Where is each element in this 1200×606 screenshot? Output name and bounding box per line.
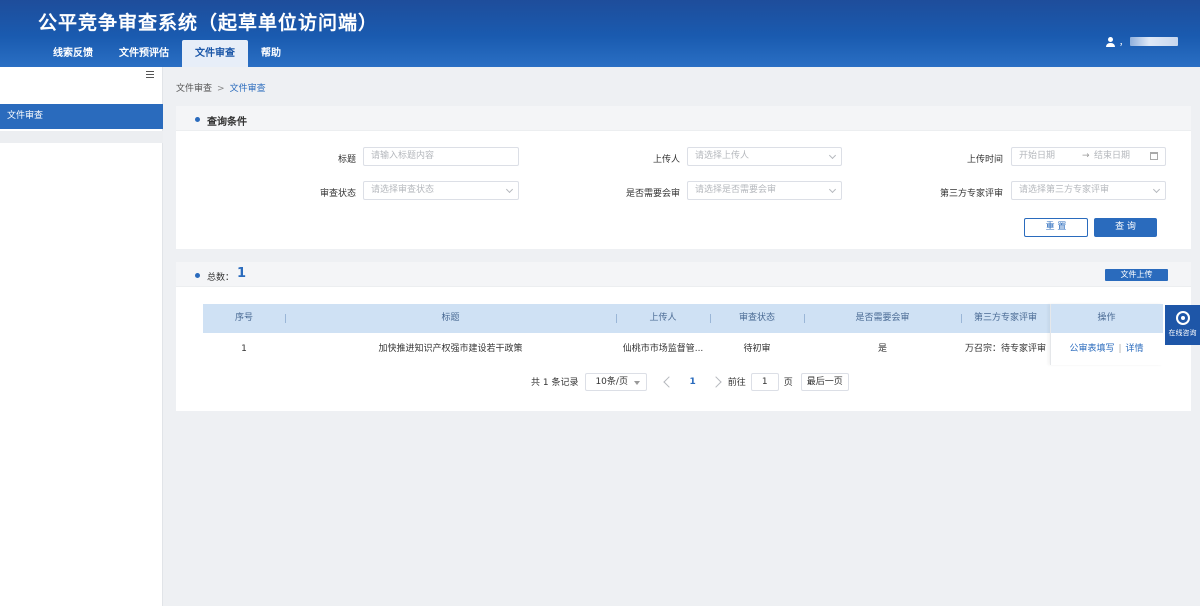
column-header-status: 审查状态 <box>738 313 775 323</box>
review-status-placeholder: 请选择审查状态 <box>371 185 435 195</box>
chevron-down-icon <box>828 185 837 194</box>
reset-button[interactable]: 重 置 <box>1024 218 1088 237</box>
cell-index: 1 <box>241 344 247 354</box>
tab-clue-feedback[interactable]: 线索反馈 <box>40 40 106 67</box>
joint-review-placeholder: 请选择是否需要会审 <box>695 185 777 195</box>
tab-help[interactable]: 帮助 <box>248 40 294 67</box>
top-header: 公平竞争审查系统（起草单位访问端） 线索反馈 文件预评估 文件审查 帮助 ， <box>0 0 1200 67</box>
column-header-index: 序号 <box>234 313 253 323</box>
sidebar-divider <box>0 131 163 143</box>
main-nav: 线索反馈 文件预评估 文件审查 帮助 <box>40 40 294 67</box>
online-consult-label: 在线咨询 <box>1168 329 1197 337</box>
prev-page-icon[interactable] <box>663 375 676 388</box>
chevron-down-icon <box>1152 185 1161 194</box>
page-size-select[interactable]: 10条/页 <box>585 372 648 391</box>
user-prefix: ， <box>1118 38 1128 48</box>
query-panel-title: 查询条件 <box>207 117 247 128</box>
uploader-placeholder: 请选择上传人 <box>695 151 750 161</box>
cell-uploader: 仙桃市市场监督管... <box>622 344 704 354</box>
query-panel: 查询条件 标题 请输入标题内容 上传人 请选择上传人 上传时间 开始日期 → 结… <box>176 106 1191 249</box>
chevron-down-icon <box>828 151 837 160</box>
end-date-placeholder: 结束日期 <box>1094 151 1131 161</box>
column-header-expert-review: 第三方专家评审 <box>973 313 1037 323</box>
cell-expert-review: 万召宗：待专家评审 <box>964 344 1046 354</box>
pagination: 共 1 条记录 10条/页 1 前往 1 页 最后一页 <box>531 372 849 391</box>
table-row: 1 加快推进知识产权强市建设若干政策 仙桃市市场监督管... 待初审 是 万召宗… <box>203 333 1163 365</box>
pagination-summary: 共 1 条记录 <box>531 378 579 388</box>
total-count: 1 <box>237 266 247 281</box>
cell-title: 加快推进知识产权强市建设若干政策 <box>378 344 523 354</box>
goto-prefix: 前往 <box>727 378 746 388</box>
results-panel: 总数： 1 文件上传 序号 标题 上传人 审查状态 是否需要会审 第三方专家评审… <box>176 262 1191 411</box>
next-page-icon[interactable] <box>710 375 722 388</box>
upload-time-label: 上传时间 <box>966 155 1003 165</box>
bullet-dot-icon <box>195 117 200 122</box>
review-status-select[interactable]: 请选择审查状态 <box>363 181 519 200</box>
chevron-down-icon <box>505 185 514 194</box>
user-name-redacted <box>1130 37 1178 46</box>
calendar-icon <box>1150 152 1158 160</box>
joint-review-label: 是否需要会审 <box>625 189 680 199</box>
page-size-value: 10条/页 <box>595 376 628 387</box>
file-upload-button[interactable]: 文件上传 <box>1105 269 1168 281</box>
title-input[interactable]: 请输入标题内容 <box>363 147 519 166</box>
user-menu[interactable]: ， <box>1105 35 1178 48</box>
menu-toggle-icon[interactable] <box>146 71 156 80</box>
caret-down-icon <box>634 380 641 385</box>
start-date-placeholder: 开始日期 <box>1019 151 1056 161</box>
tab-file-pre-evaluation[interactable]: 文件预评估 <box>106 40 182 67</box>
title-label: 标题 <box>337 155 356 165</box>
last-page-button[interactable]: 最后一页 <box>800 372 849 391</box>
bullet-dot-icon <box>195 273 200 278</box>
expert-review-placeholder: 请选择第三方专家评审 <box>1019 185 1110 195</box>
sidebar-item-file-review[interactable]: 文件审查 <box>0 104 163 129</box>
date-range-arrow: → <box>1082 151 1090 161</box>
user-icon <box>1105 36 1115 47</box>
headset-icon <box>1175 311 1190 325</box>
page-number-current[interactable]: 1 <box>689 377 695 387</box>
breadcrumb-separator: > <box>217 84 225 94</box>
table-header: 序号 标题 上传人 审查状态 是否需要会审 第三方专家评审 操作 <box>203 304 1163 333</box>
sidebar: 文件审查 <box>0 67 163 606</box>
cell-joint-review: 是 <box>877 344 887 354</box>
cell-status: 待初审 <box>743 344 771 354</box>
search-button[interactable]: 查 询 <box>1094 218 1157 237</box>
total-label: 总数： <box>207 273 235 283</box>
breadcrumb: 文件审查 > 文件审查 <box>176 81 266 94</box>
expert-review-label: 第三方专家评审 <box>939 189 1003 199</box>
review-status-label: 审查状态 <box>319 189 356 199</box>
uploader-select[interactable]: 请选择上传人 <box>687 147 842 166</box>
query-panel-header: 查询条件 <box>176 106 1191 131</box>
column-header-joint-review: 是否需要会审 <box>855 313 910 323</box>
results-panel-header: 总数： 1 文件上传 <box>176 262 1191 287</box>
column-header-uploader: 上传人 <box>649 313 677 323</box>
goto-suffix: 页 <box>783 378 793 388</box>
upload-date-range[interactable]: 开始日期 → 结束日期 <box>1011 147 1166 166</box>
goto-page-input[interactable]: 1 <box>750 372 779 391</box>
breadcrumb-root[interactable]: 文件审查 <box>176 84 212 94</box>
uploader-label: 上传人 <box>652 155 680 165</box>
breadcrumb-current: 文件审查 <box>229 84 266 94</box>
column-header-title: 标题 <box>441 313 460 323</box>
joint-review-select[interactable]: 请选择是否需要会审 <box>687 181 842 200</box>
actions-column-fixed <box>1050 304 1163 365</box>
app-title: 公平竞争审查系统（起草单位访问端） <box>38 12 379 34</box>
online-consult-button[interactable]: 在线咨询 <box>1165 305 1200 345</box>
expert-review-select[interactable]: 请选择第三方专家评审 <box>1011 181 1166 200</box>
tab-file-review[interactable]: 文件审查 <box>182 40 248 67</box>
